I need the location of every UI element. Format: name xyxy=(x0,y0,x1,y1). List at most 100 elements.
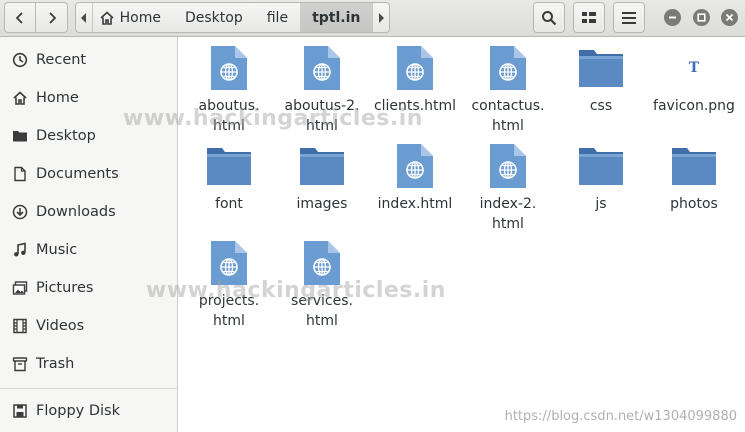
file-item-aboutus-html[interactable]: aboutus. html xyxy=(181,44,277,136)
file-name-label: photos xyxy=(670,196,718,212)
music-note-icon xyxy=(11,241,29,259)
file-item-favicon-png[interactable]: Tfavicon.png xyxy=(646,44,742,116)
search-icon xyxy=(542,10,557,25)
sidebar-item-home[interactable]: Home xyxy=(0,81,177,115)
sidebar-item-music[interactable]: Music xyxy=(0,233,177,267)
file-name-label: css xyxy=(589,98,613,114)
breadcrumb-label: Home xyxy=(119,9,161,26)
file-name-label: clients.html xyxy=(373,98,457,114)
sidebar-item-label: Desktop xyxy=(36,128,96,144)
close-button[interactable] xyxy=(721,9,738,26)
chevron-right-icon xyxy=(48,11,56,24)
file-item-index-html[interactable]: index.html xyxy=(367,142,463,214)
view-options-button[interactable] xyxy=(573,2,605,33)
file-view: aboutus. html aboutus-2. html clients.html co… xyxy=(123,37,745,432)
view-options-icon xyxy=(582,11,596,23)
sidebar: Recent Home Desktop Documents Downloads … xyxy=(0,37,178,432)
file-name-label: font xyxy=(215,196,243,212)
sidebar-item-downloads[interactable]: Downloads xyxy=(0,195,177,229)
file-item-projects-html[interactable]: projects. html xyxy=(181,239,277,331)
file-item-contactus-html[interactable]: contactus. html xyxy=(460,44,556,136)
sidebar-item-floppy-disk[interactable]: Floppy Disk xyxy=(0,394,177,428)
minimize-button[interactable] xyxy=(664,9,681,26)
header-bar: Home Desktop file tptl.in xyxy=(0,0,745,37)
html-file-icon xyxy=(205,44,253,92)
breadcrumb-label: Desktop xyxy=(184,9,243,26)
sidebar-item-videos[interactable]: Videos xyxy=(0,309,177,343)
file-item-css[interactable]: css xyxy=(553,44,649,116)
file-name-label: index.html xyxy=(377,196,453,212)
sidebar-item-label: Pictures xyxy=(36,280,94,296)
file-name-label: contactus. html xyxy=(471,98,545,134)
floppy-disk-icon xyxy=(11,402,29,420)
sidebar-item-recent[interactable]: Recent xyxy=(0,43,177,77)
folder-icon xyxy=(11,127,29,145)
search-button[interactable] xyxy=(533,2,565,33)
picture-icon xyxy=(11,279,29,297)
trash-icon xyxy=(11,355,29,373)
minimize-icon xyxy=(669,16,676,19)
sidebar-item-pictures[interactable]: Pictures xyxy=(0,271,177,305)
sidebar-item-desktop[interactable]: Desktop xyxy=(0,119,177,153)
forward-button[interactable] xyxy=(35,2,68,33)
folder-icon xyxy=(298,142,346,190)
main-menu-button[interactable] xyxy=(613,2,645,33)
breadcrumb-file[interactable]: file xyxy=(255,3,300,32)
sidebar-item-documents[interactable]: Documents xyxy=(0,157,177,191)
html-file-icon xyxy=(391,142,439,190)
download-icon xyxy=(11,203,29,221)
sidebar-item-label: Music xyxy=(36,242,78,258)
folder-icon xyxy=(577,44,625,92)
path-scroll-right-button[interactable] xyxy=(372,3,389,32)
sidebar-item-label: Videos xyxy=(36,318,85,334)
html-file-icon xyxy=(484,142,532,190)
file-item-font[interactable]: font xyxy=(181,142,277,214)
file-name-label: aboutus-2. html xyxy=(284,98,360,134)
favicon-glyph: T xyxy=(688,60,700,76)
file-item-js[interactable]: js xyxy=(553,142,649,214)
html-file-icon xyxy=(298,239,346,287)
sidebar-item-label: Recent xyxy=(36,52,87,68)
home-icon xyxy=(99,10,115,26)
html-file-icon xyxy=(205,239,253,287)
back-button[interactable] xyxy=(4,2,36,33)
path-scroll-left-button[interactable] xyxy=(76,3,93,32)
sidebar-item-label: Floppy Disk xyxy=(36,403,120,419)
file-item-photos[interactable]: photos xyxy=(646,142,742,214)
html-file-icon xyxy=(298,44,346,92)
chevron-left-icon xyxy=(15,11,23,24)
close-icon xyxy=(725,13,734,22)
folder-icon xyxy=(205,142,253,190)
file-item-images[interactable]: images xyxy=(274,142,370,214)
html-file-icon xyxy=(391,44,439,92)
file-item-aboutus-2-html[interactable]: aboutus-2. html xyxy=(274,44,370,136)
chevron-right-icon xyxy=(379,12,385,23)
file-name-label: aboutus. html xyxy=(198,98,260,134)
hamburger-menu-icon xyxy=(622,11,636,24)
file-name-label: favicon.png xyxy=(653,98,735,114)
breadcrumb-desktop[interactable]: Desktop xyxy=(173,3,255,32)
breadcrumb-current[interactable]: tptl.in xyxy=(300,3,373,32)
chevron-left-icon xyxy=(80,12,86,23)
html-file-icon xyxy=(484,44,532,92)
file-item-index-2-html[interactable]: index-2. html xyxy=(460,142,556,234)
file-name-label: projects. html xyxy=(198,293,260,329)
film-icon xyxy=(11,317,29,335)
sidebar-separator xyxy=(0,388,177,389)
corner-watermark: https://blog.csdn.net/w1304099880 xyxy=(504,409,737,424)
file-item-clients-html[interactable]: clients.html xyxy=(367,44,463,116)
sidebar-item-label: Downloads xyxy=(36,204,116,220)
path-bar: Home Desktop file tptl.in xyxy=(75,2,390,33)
breadcrumb-home[interactable]: Home xyxy=(93,3,173,32)
maximize-icon xyxy=(697,13,706,22)
maximize-button[interactable] xyxy=(693,9,710,26)
file-item-services-html[interactable]: services. html xyxy=(274,239,370,331)
file-name-label: images xyxy=(296,196,348,212)
file-name-label: js xyxy=(595,196,607,212)
file-name-label: index-2. html xyxy=(479,196,537,232)
sidebar-item-label: Documents xyxy=(36,166,119,182)
document-icon xyxy=(11,165,29,183)
sidebar-item-trash[interactable]: Trash xyxy=(0,347,177,381)
home-icon xyxy=(11,89,29,107)
folder-icon xyxy=(577,142,625,190)
